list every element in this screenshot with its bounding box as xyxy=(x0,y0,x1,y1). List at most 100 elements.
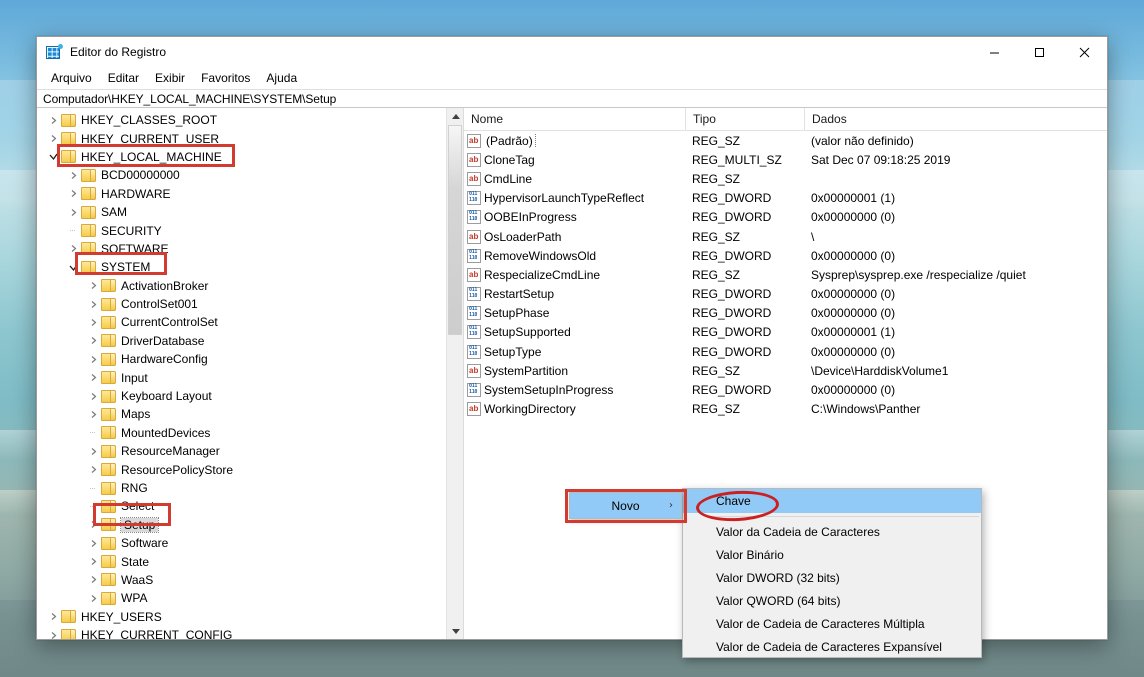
chevron-right-icon[interactable] xyxy=(85,300,101,309)
value-row[interactable]: WorkingDirectory REG_SZ C:\Windows\Panther xyxy=(464,400,1107,419)
folder-icon xyxy=(101,499,116,513)
string-value-icon xyxy=(464,363,484,378)
tree-node-input[interactable]: Input xyxy=(37,368,463,386)
value-row[interactable]: CloneTag REG_MULTI_SZ Sat Dec 07 09:18:25 … xyxy=(464,150,1107,169)
tree-node-select[interactable]: Select xyxy=(37,497,463,515)
chevron-right-icon[interactable] xyxy=(65,171,81,180)
chevron-right-icon[interactable] xyxy=(85,520,101,529)
context-menu-item-valor-de-cadeia-de-caracteres-m-ltipla[interactable]: Valor de Cadeia de Caracteres Múltipla xyxy=(683,612,981,635)
chevron-right-icon[interactable] xyxy=(85,281,101,290)
context-menu-item-valor-de-cadeia-de-caracteres-expans-vel[interactable]: Valor de Cadeia de Caracteres Expansível xyxy=(683,635,981,658)
value-row[interactable]: RespecializeCmdLine REG_SZ Sysprep\sysprep… xyxy=(464,265,1107,284)
chevron-right-icon[interactable] xyxy=(85,594,101,603)
folder-icon xyxy=(81,168,96,182)
chevron-right-icon[interactable] xyxy=(45,134,61,143)
chevron-right-icon[interactable] xyxy=(65,208,81,217)
context-menu-item-valor-qword-64-bits-[interactable]: Valor QWORD (64 bits) xyxy=(683,589,981,612)
menu-item-exibir[interactable]: Exibir xyxy=(147,68,193,88)
menu-item-arquivo[interactable]: Arquivo xyxy=(43,68,100,88)
context-menu-item-valor-dword-32-bits-[interactable]: Valor DWORD (32 bits) xyxy=(683,566,981,589)
value-row[interactable]: SystemPartition REG_SZ \Device\HarddiskVol… xyxy=(464,361,1107,380)
tree-node-hardware[interactable]: HARDWARE xyxy=(37,185,463,203)
value-row[interactable]: (Padrão) REG_SZ (valor não definido) xyxy=(464,131,1107,150)
chevron-right-icon[interactable] xyxy=(85,465,101,474)
context-menu-item-chave[interactable]: Chave xyxy=(683,489,981,513)
minimize-button[interactable] xyxy=(972,37,1017,67)
chevron-right-icon[interactable] xyxy=(65,244,81,253)
column-header-data[interactable]: Dados xyxy=(804,108,1107,131)
tree-node-state[interactable]: State xyxy=(37,552,463,570)
tree-node-resourcemanager[interactable]: ResourceManager xyxy=(37,442,463,460)
chevron-right-icon[interactable] xyxy=(85,392,101,401)
chevron-right-icon[interactable] xyxy=(85,318,101,327)
chevron-down-icon[interactable] xyxy=(45,152,61,161)
chevron-right-icon[interactable] xyxy=(85,539,101,548)
menu-item-editar[interactable]: Editar xyxy=(100,68,147,88)
folder-icon xyxy=(101,591,116,605)
chevron-right-icon[interactable] xyxy=(45,116,61,125)
tree-node-security[interactable]: SECURITY xyxy=(37,221,463,239)
value-row[interactable]: RestartSetup REG_DWORD 0x00000000 (0) xyxy=(464,285,1107,304)
value-row[interactable]: SetupSupported REG_DWORD 0x00000001 (1) xyxy=(464,323,1107,342)
address-bar[interactable]: Computador\HKEY_LOCAL_MACHINE\SYSTEM\Set… xyxy=(37,89,1107,108)
chevron-right-icon[interactable] xyxy=(85,410,101,419)
value-row[interactable]: SetupPhase REG_DWORD 0x00000000 (0) xyxy=(464,304,1107,323)
tree-node-hkey-users[interactable]: HKEY_USERS xyxy=(37,608,463,626)
column-header-name[interactable]: Nome xyxy=(464,108,685,131)
values-list: (Padrão) REG_SZ (valor não definido) CloneT… xyxy=(464,131,1107,419)
close-button[interactable] xyxy=(1062,37,1107,67)
context-menu-parent-novo[interactable]: Novo › xyxy=(569,492,682,519)
value-row[interactable]: SetupType REG_DWORD 0x00000000 (0) xyxy=(464,342,1107,361)
tree-node-maps[interactable]: Maps xyxy=(37,405,463,423)
tree-node-controlset001[interactable]: ControlSet001 xyxy=(37,295,463,313)
context-menu-item-valor-da-cadeia-de-caracteres[interactable]: Valor da Cadeia de Caracteres xyxy=(683,520,981,543)
tree-node-wpa[interactable]: WPA xyxy=(37,589,463,607)
value-row[interactable]: OOBEInProgress REG_DWORD 0x00000000 (0) xyxy=(464,208,1107,227)
scroll-up-button[interactable] xyxy=(447,108,463,125)
value-row[interactable]: OsLoaderPath REG_SZ \ xyxy=(464,227,1107,246)
chevron-right-icon[interactable] xyxy=(85,557,101,566)
tree-node-software[interactable]: SOFTWARE xyxy=(37,240,463,258)
chevron-down-icon[interactable] xyxy=(65,263,81,272)
scroll-down-button[interactable] xyxy=(447,622,463,639)
tree-node-hkey-current-config[interactable]: HKEY_CURRENT_CONFIG xyxy=(37,626,463,639)
tree-node-currentcontrolset[interactable]: CurrentControlSet xyxy=(37,313,463,331)
value-row[interactable]: CmdLine REG_SZ xyxy=(464,169,1107,188)
tree-node-hkey-classes-root[interactable]: HKEY_CLASSES_ROOT xyxy=(37,111,463,129)
value-row[interactable]: SystemSetupInProgress REG_DWORD 0x00000000… xyxy=(464,380,1107,399)
menu-item-ajuda[interactable]: Ajuda xyxy=(258,68,305,88)
tree-node-sam[interactable]: SAM xyxy=(37,203,463,221)
tree-node-hkey-current-user[interactable]: HKEY_CURRENT_USER xyxy=(37,129,463,147)
value-row[interactable]: RemoveWindowsOld REG_DWORD 0x00000000 (0) xyxy=(464,246,1107,265)
folder-icon xyxy=(101,407,116,421)
chevron-right-icon[interactable] xyxy=(45,631,61,639)
tree-node-hardwareconfig[interactable]: HardwareConfig xyxy=(37,350,463,368)
tree-node-resourcepolicystore[interactable]: ResourcePolicyStore xyxy=(37,460,463,478)
chevron-right-icon[interactable] xyxy=(85,336,101,345)
chevron-right-icon[interactable] xyxy=(65,189,81,198)
maximize-button[interactable] xyxy=(1017,37,1062,67)
tree-node-label: Setup xyxy=(119,516,160,533)
tree-node-rng[interactable]: RNG xyxy=(37,479,463,497)
tree-node-setup[interactable]: Setup xyxy=(37,516,463,534)
chevron-right-icon[interactable] xyxy=(85,447,101,456)
tree-node-mounteddevices[interactable]: MountedDevices xyxy=(37,424,463,442)
tree-node-hkey-local-machine[interactable]: HKEY_LOCAL_MACHINE xyxy=(37,148,463,166)
tree-node-system[interactable]: SYSTEM xyxy=(37,258,463,276)
column-header-type[interactable]: Tipo xyxy=(685,108,804,131)
tree-scrollbar[interactable] xyxy=(446,108,463,639)
tree-node-activationbroker[interactable]: ActivationBroker xyxy=(37,277,463,295)
chevron-right-icon[interactable] xyxy=(45,612,61,621)
tree-node-bcd00000000[interactable]: BCD00000000 xyxy=(37,166,463,184)
tree-node-waas[interactable]: WaaS xyxy=(37,571,463,589)
scrollbar-thumb[interactable] xyxy=(448,125,462,335)
chevron-right-icon[interactable] xyxy=(85,355,101,364)
tree-node-software[interactable]: Software xyxy=(37,534,463,552)
menu-item-favoritos[interactable]: Favoritos xyxy=(193,68,258,88)
chevron-right-icon[interactable] xyxy=(85,575,101,584)
value-row[interactable]: HypervisorLaunchTypeReflect REG_DWORD 0x00… xyxy=(464,189,1107,208)
tree-node-driverdatabase[interactable]: DriverDatabase xyxy=(37,332,463,350)
context-menu-item-valor-bin-rio[interactable]: Valor Binário xyxy=(683,543,981,566)
chevron-right-icon[interactable] xyxy=(85,373,101,382)
tree-node-keyboard-layout[interactable]: Keyboard Layout xyxy=(37,387,463,405)
